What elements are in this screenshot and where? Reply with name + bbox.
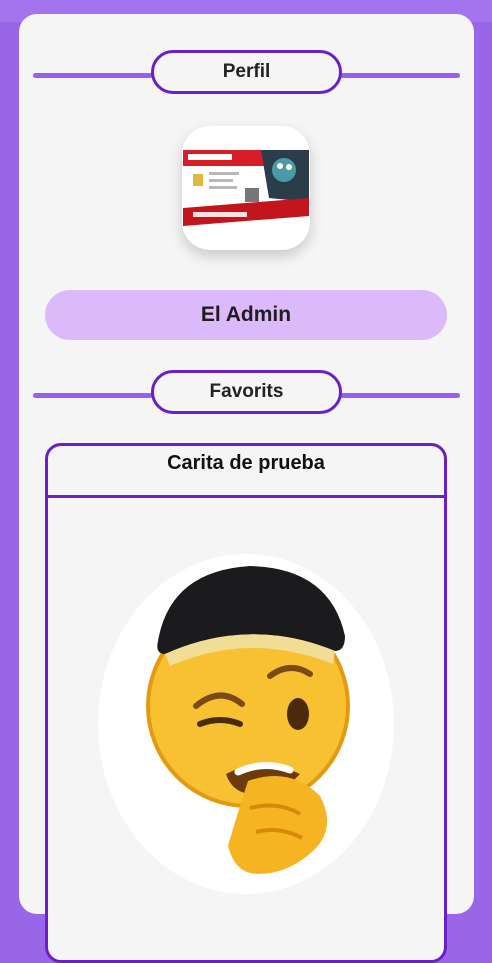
section-title-favorites-label: Favorits [209,381,284,402]
license-card-image [183,146,309,230]
favorite-card[interactable]: Carita de prueba [45,443,447,963]
section-title-perfil: Perfil [151,50,342,94]
user-name: El Admin [45,290,447,340]
divider-left-favorites [33,393,153,398]
divider-right-favorites [340,393,460,398]
avatar[interactable] [182,126,310,250]
section-title-favorites: Favorits [151,370,342,414]
thinking-face-emoji-icon [146,566,350,874]
favorite-card-title: Carita de prueba [48,446,444,498]
user-name-label: El Admin [200,303,292,326]
divider-right [340,73,460,78]
divider-left [33,73,153,78]
section-title-perfil-label: Perfil [222,61,271,82]
favorite-card-title-label: Carita de prueba [167,452,325,474]
